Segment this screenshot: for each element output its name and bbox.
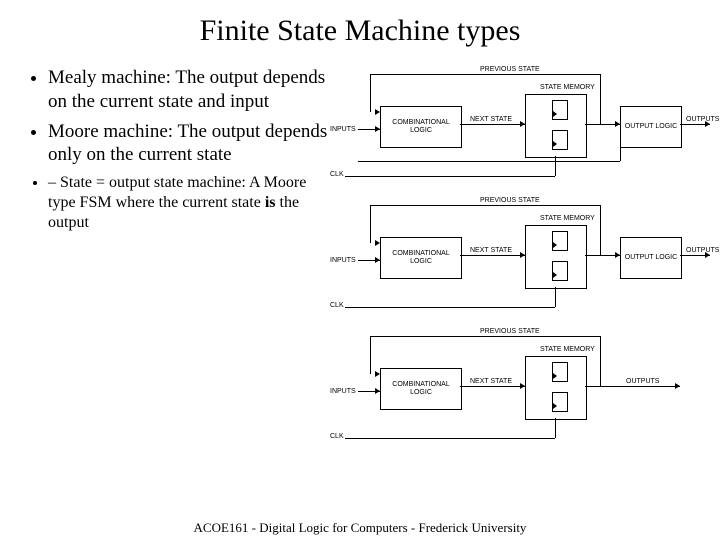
label-next-state: NEXT STATE: [470, 247, 512, 254]
content-row: Mealy machine: The output depends on the…: [0, 66, 720, 459]
diagram-moore: PREVIOUS STATE STATE MEMORY INPUTS COMBI…: [330, 197, 712, 322]
label-outputs: OUTPUTS: [626, 378, 659, 385]
flipflop-icon: [552, 100, 568, 120]
label-inputs: INPUTS: [330, 388, 356, 395]
label-state-memory: STATE MEMORY: [540, 84, 595, 91]
footer-text: ACOE161 - Digital Logic for Computers - …: [0, 520, 720, 536]
label-clk: CLK: [330, 302, 344, 309]
label-outputs: OUTPUTS: [686, 116, 719, 123]
label-inputs: INPUTS: [330, 257, 356, 264]
box-output-logic: OUTPUT LOGIC: [620, 237, 682, 279]
bullet-moore: Moore machine: The output depends only o…: [48, 120, 330, 168]
flipflop-icon: [552, 130, 568, 150]
label-next-state: NEXT STATE: [470, 378, 512, 385]
box-comb-logic: COMBINATIONAL LOGIC: [380, 237, 462, 279]
label-prev-state: PREVIOUS STATE: [480, 66, 540, 73]
diagram-mealy: PREVIOUS STATE STATE MEMORY INPUTS COMBI…: [330, 66, 712, 191]
flipflop-icon: [552, 231, 568, 251]
box-output-logic: OUTPUT LOGIC: [620, 106, 682, 148]
flipflop-icon: [552, 261, 568, 281]
label-state-memory: STATE MEMORY: [540, 346, 595, 353]
bullet-mealy: Mealy machine: The output depends on the…: [48, 66, 330, 114]
bullet-sub: State = output state machine: A Moore ty…: [48, 173, 330, 233]
box-comb-logic: COMBINATIONAL LOGIC: [380, 106, 462, 148]
box-comb-logic: COMBINATIONAL LOGIC: [380, 368, 462, 410]
bullet-column: Mealy machine: The output depends on the…: [0, 66, 330, 459]
page-title: Finite State Machine types: [0, 14, 720, 48]
label-outputs: OUTPUTS: [686, 247, 719, 254]
label-state-memory: STATE MEMORY: [540, 215, 595, 222]
label-prev-state: PREVIOUS STATE: [480, 328, 540, 335]
diagram-column: PREVIOUS STATE STATE MEMORY INPUTS COMBI…: [330, 66, 720, 459]
label-prev-state: PREVIOUS STATE: [480, 197, 540, 204]
flipflop-icon: [552, 392, 568, 412]
label-inputs: INPUTS: [330, 126, 356, 133]
label-clk: CLK: [330, 171, 344, 178]
label-clk: CLK: [330, 433, 344, 440]
diagram-state-output: PREVIOUS STATE STATE MEMORY INPUTS COMBI…: [330, 328, 712, 453]
flipflop-icon: [552, 362, 568, 382]
label-next-state: NEXT STATE: [470, 116, 512, 123]
